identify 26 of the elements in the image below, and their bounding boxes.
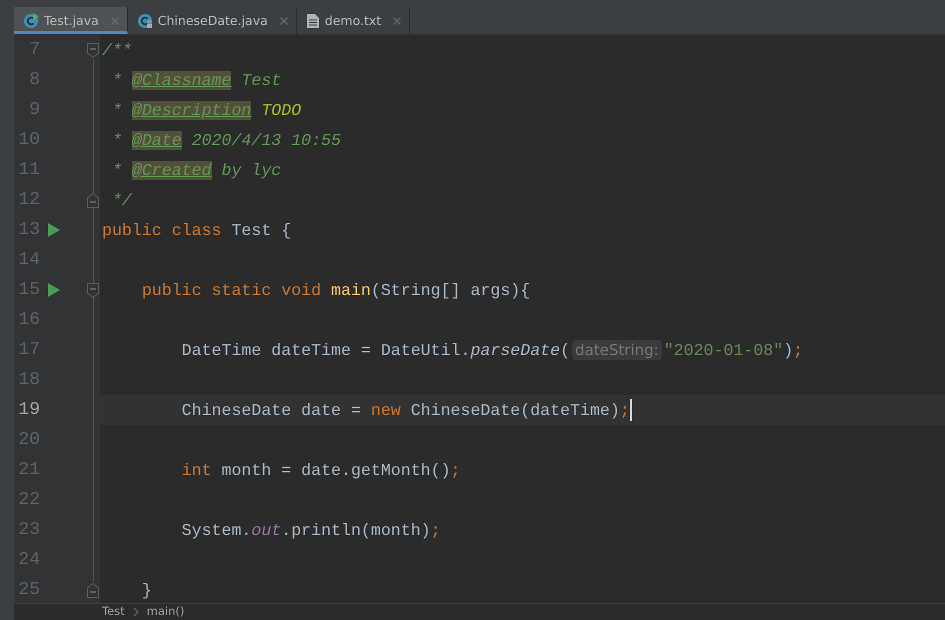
code-line: } xyxy=(140,580,152,600)
code-line: DateTime dateTime = DateUtil.parseDate( dateString: "2020-01-08"); xyxy=(180,340,804,360)
line-number: 19 xyxy=(17,399,41,422)
close-icon xyxy=(278,16,289,26)
class-file-icon xyxy=(136,12,153,28)
class-file-icon xyxy=(23,12,39,28)
code-line: * @Date 2020/4/13 10:55 xyxy=(110,130,341,150)
code-line: public static void main(String[] args){ xyxy=(140,280,530,300)
code-line: System.out.println(month); xyxy=(180,520,441,540)
parameter-hint: dateString: xyxy=(572,340,662,360)
code-line: /** xyxy=(102,40,132,60)
file-tab[interactable]: Test.java xyxy=(14,7,128,34)
breadcrumb-item[interactable]: Test xyxy=(102,604,125,619)
file-tab[interactable]: ChineseDate.java xyxy=(128,7,297,34)
code-line: public class Test { xyxy=(102,220,292,240)
close-icon xyxy=(110,16,120,26)
breadcrumb-item[interactable]: main() xyxy=(146,604,184,619)
code-line: * @Created by lyc xyxy=(110,160,282,180)
chevron-icon xyxy=(132,607,139,617)
text-caret xyxy=(630,399,632,421)
file-tab[interactable]: demo.txt xyxy=(296,7,410,34)
code-line: int month = date.getMonth(); xyxy=(180,460,460,480)
code-line: ChineseDate date = new ChineseDate(dateTime); xyxy=(180,400,630,420)
text-file-icon xyxy=(306,12,320,28)
close-icon xyxy=(392,16,402,26)
code-line: */ xyxy=(110,190,132,210)
